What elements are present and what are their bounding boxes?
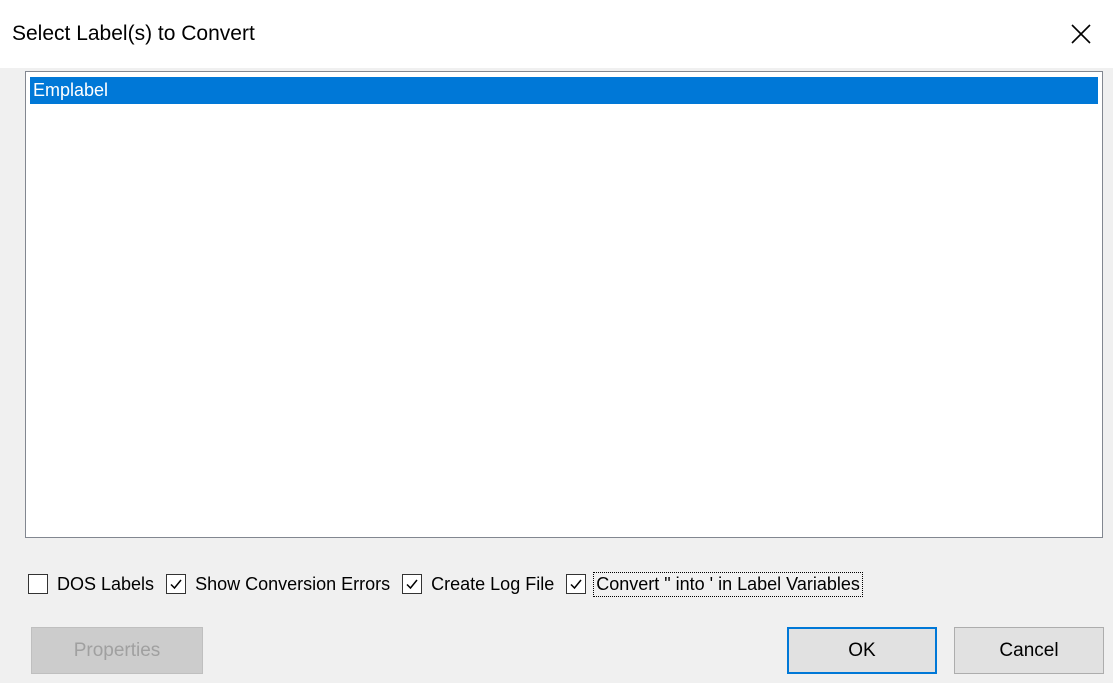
ok-button[interactable]: OK [787,627,937,674]
cancel-button[interactable]: Cancel [954,627,1104,674]
list-item[interactable]: Emplabel [30,77,1098,104]
checkmark-icon[interactable] [566,574,587,594]
dialog-title: Select Label(s) to Convert [12,22,255,45]
checkmark-icon[interactable] [166,574,187,594]
convert-quotes-checkbox[interactable]: Convert " into ' in Label Variables [566,571,863,597]
dos-labels-label: DOS Labels [57,573,155,594]
show-conversion-errors-checkbox[interactable]: Show Conversion Errors [166,574,390,595]
title-bar: Select Label(s) to Convert [0,0,1113,68]
close-icon [1071,24,1091,44]
show-conversion-errors-label: Show Conversion Errors [195,573,391,594]
dos-labels-checkbox[interactable]: DOS Labels [28,574,154,595]
convert-quotes-label: Convert " into ' in Label Variables [593,571,863,597]
labels-listbox[interactable]: Emplabel [25,71,1103,538]
create-log-file-checkbox[interactable]: Create Log File [402,574,554,595]
properties-button[interactable]: Properties [31,627,203,674]
checkbox-unchecked-icon[interactable] [28,574,48,594]
options-row: DOS Labels Show Conversion Errors Create… [28,565,873,603]
checkmark-icon[interactable] [402,574,423,594]
dialog-window: Select Label(s) to Convert Emplabel DOS … [0,0,1113,683]
close-button[interactable] [1049,0,1113,68]
create-log-file-label: Create Log File [431,573,555,594]
